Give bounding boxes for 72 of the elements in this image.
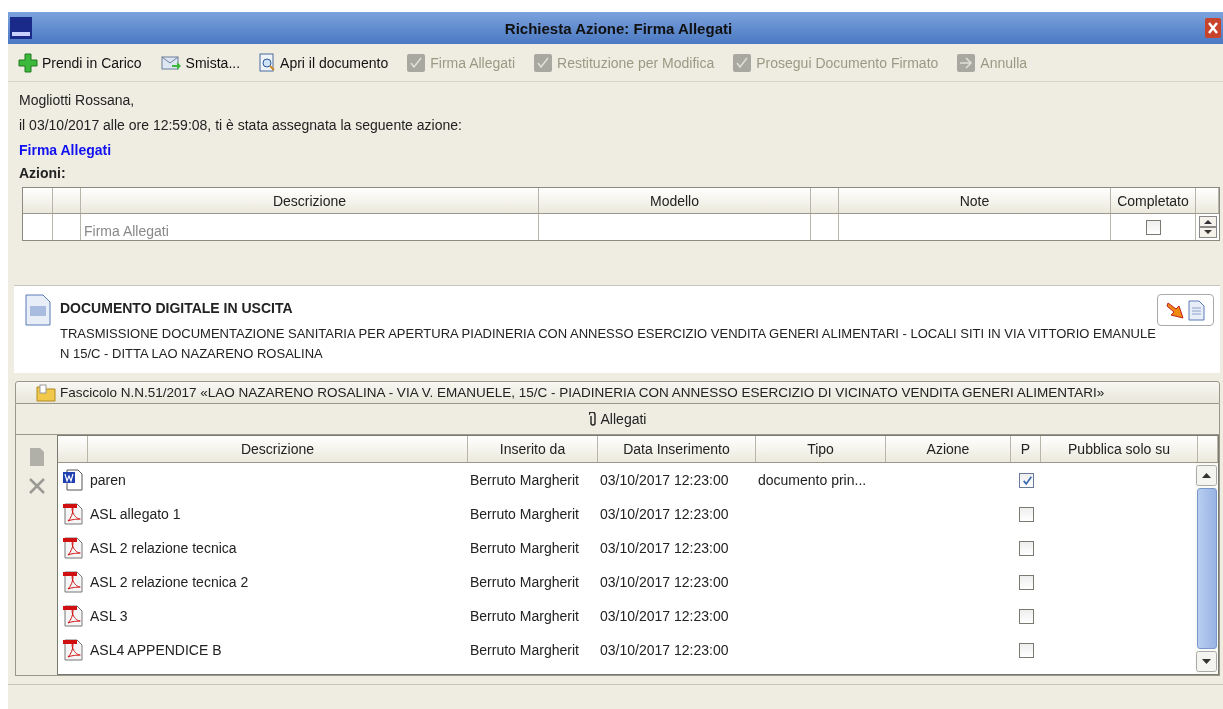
table-cell-text: Firma Allegati (83, 222, 169, 239)
column-header[interactable]: Inserito da (468, 436, 598, 462)
spin-buttons[interactable] (1198, 216, 1217, 238)
column-header[interactable]: Descrizione (81, 188, 539, 213)
checkmark-icon (732, 52, 753, 73)
document-action-button[interactable] (1157, 294, 1214, 326)
table-cell-text: 03/10/2017 12:23:00 (599, 540, 729, 556)
checkbox[interactable] (1018, 608, 1034, 624)
column-header[interactable]: Azione (886, 436, 1011, 462)
scroll-up-icon[interactable] (1196, 465, 1217, 486)
toolbar-button[interactable]: Smista... (159, 52, 241, 73)
table-cell-text: ASL 2 relazione tecnica (89, 540, 237, 556)
scrollbar[interactable] (1195, 463, 1218, 674)
table-cell-text: ASL4 APPENDICE B (89, 642, 222, 658)
delete-icon[interactable] (27, 477, 46, 495)
checkbox[interactable] (1018, 506, 1034, 522)
pdf-file-icon (62, 639, 84, 661)
column-header[interactable]: Descrizione (88, 436, 468, 462)
column-header[interactable]: Completato (1111, 188, 1196, 213)
column-header[interactable]: Modello (539, 188, 811, 213)
word-file-icon (62, 469, 84, 491)
checkbox[interactable] (1018, 642, 1034, 658)
table-cell-text: Berruto Margherit (469, 642, 579, 658)
table-cell-text: 03/10/2017 12:23:00 (599, 574, 729, 590)
table-cell-text: Berruto Margherit (469, 472, 579, 488)
document-icon (25, 294, 51, 326)
checkbox[interactable] (1018, 540, 1034, 556)
toolbar-button[interactable]: Prendi in Carico (18, 52, 142, 73)
app-icon (10, 17, 32, 39)
column-header[interactable]: P (1011, 436, 1041, 462)
close-icon[interactable] (1205, 18, 1221, 38)
checkbox[interactable] (1018, 472, 1034, 488)
pdf-file-icon (62, 571, 84, 593)
document-description: TRASMISSIONE DOCUMENTAZIONE SANITARIA PER APERTURA PIADINERIA CON ANNESSO ESERCIZIO VENDITA GENERI ALIMENTARI - LOCALI SITI IN VIA VITTORIO EMANULE N 15/C - DITTA LAO NAZARENO ROSALINA (60, 325, 1157, 363)
table-cell-text: Berruto Margherit (469, 608, 579, 624)
table-cell-text: 03/10/2017 12:23:00 (599, 506, 729, 522)
table-cell-text: Berruto Margherit (469, 506, 579, 522)
actions-label: Azioni: (19, 164, 67, 183)
toolbar-button[interactable]: Apri il documento (258, 52, 389, 73)
attachments-label: Allegati (600, 411, 647, 427)
table-cell-text: paren (89, 472, 126, 488)
action-name: Firma Allegati (19, 141, 113, 160)
pdf-file-icon (62, 537, 84, 559)
document-title: DOCUMENTO DIGITALE IN USCITA (60, 299, 294, 316)
table-cell-text: 03/10/2017 12:23:00 (599, 608, 729, 624)
pdf-file-icon (62, 503, 84, 525)
checkmark-icon (406, 52, 427, 73)
greeting-text: Mogliotti Rossana, (19, 91, 136, 110)
checkmark-icon (533, 52, 554, 73)
table-cell-text: Berruto Margherit (469, 574, 579, 590)
paperclip-icon (588, 412, 597, 426)
column-header[interactable]: Note (839, 188, 1111, 213)
checkbox[interactable] (1018, 574, 1034, 590)
table-cell-text: ASL allegato 1 (89, 506, 181, 522)
column-header[interactable]: Data Inserimento (598, 436, 756, 462)
window-title: Richiesta Azione: Firma Allegati (503, 19, 734, 37)
column-header[interactable]: Pubblica solo su (1041, 436, 1198, 462)
plus-icon (18, 52, 38, 73)
table-cell-text: documento prin... (757, 472, 867, 488)
fascicolo-tab[interactable]: Fascicolo N.N.51/2017 «LAO NAZARENO ROSALINA - VIA V. EMANUELE, 15/C - PIADINERIA CON ANNESSO ESERCIZIO DI VICINATO VENDITA GENERI ALIMENTARI» (15, 381, 1220, 404)
scroll-down-icon[interactable] (1196, 651, 1217, 672)
folder-icon (36, 383, 56, 402)
table-cell-text: ASL 2 relazione tecnica 2 (89, 574, 249, 590)
magnifier-document-icon (258, 52, 277, 73)
column-header[interactable]: Tipo (756, 436, 886, 462)
table-cell-text: ASL 3 (89, 608, 128, 624)
assignment-text: il 03/10/2017 alle ore 12:59:08, ti è stata assegnata la seguente azione: (19, 116, 463, 135)
table-cell-text: 03/10/2017 12:23:00 (599, 472, 729, 488)
checkbox[interactable] (1145, 219, 1161, 235)
table-cell-text: Berruto Margherit (469, 540, 579, 556)
table-cell-text: 03/10/2017 12:23:00 (599, 642, 729, 658)
pdf-file-icon (62, 605, 84, 627)
